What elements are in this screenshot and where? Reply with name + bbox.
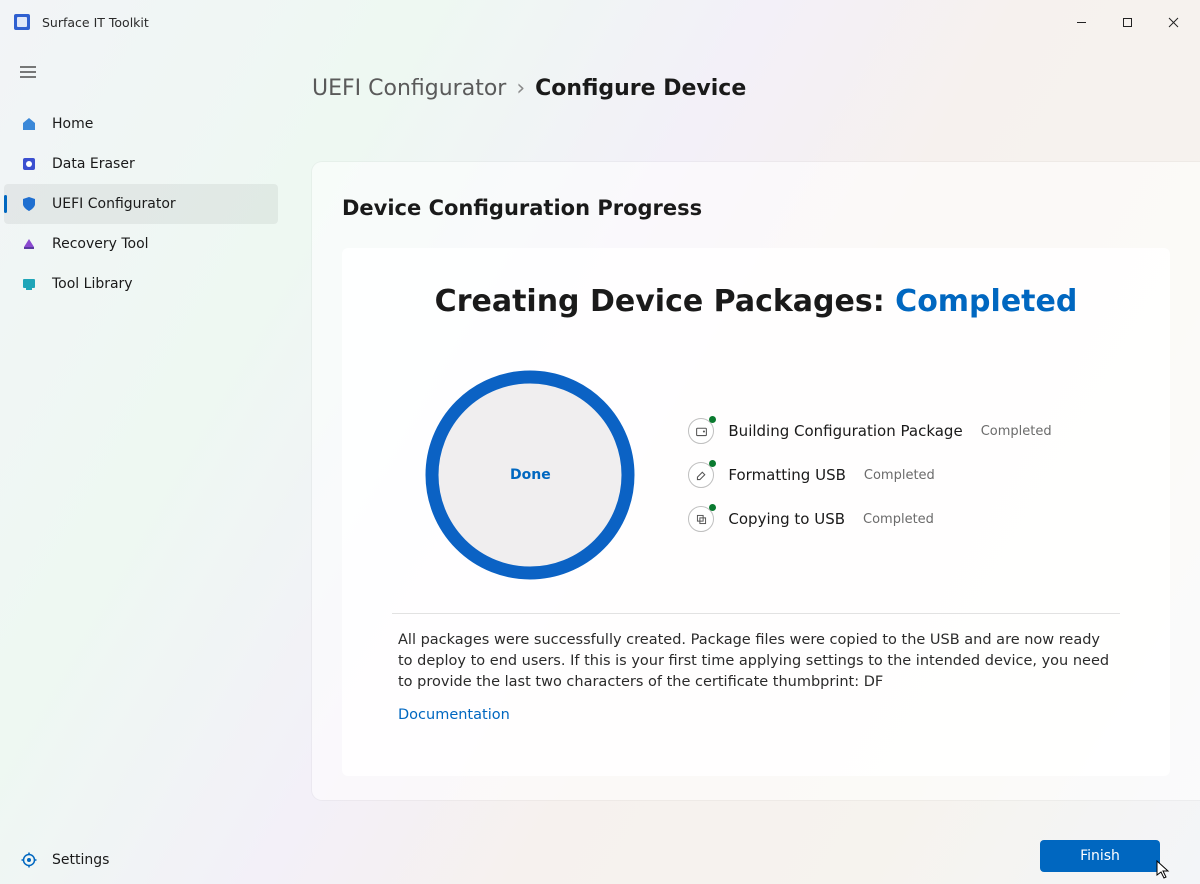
sidebar-item-label: Settings [52, 852, 109, 868]
progress-card: Creating Device Packages: Completed Done [342, 248, 1170, 776]
library-icon [18, 276, 40, 292]
documentation-link[interactable]: Documentation [398, 707, 1114, 723]
shield-config-icon [18, 196, 40, 212]
nav-list: Home Data Eraser UEFI Configurator Recov… [0, 104, 282, 304]
sidebar: Home Data Eraser UEFI Configurator Recov… [0, 44, 282, 884]
hamburger-button[interactable] [8, 54, 48, 90]
sidebar-item-label: UEFI Configurator [52, 196, 176, 212]
step-row: Building Configuration Package Completed [688, 418, 1051, 444]
sidebar-item-uefi-configurator[interactable]: UEFI Configurator [4, 184, 278, 224]
divider [392, 613, 1120, 614]
gear-icon [18, 852, 40, 868]
title-bar: Surface IT Toolkit [0, 0, 1200, 44]
app-title: Surface IT Toolkit [42, 15, 149, 30]
footer-actions: Finish [1040, 840, 1160, 872]
step-row: Formatting USB Completed [688, 462, 1051, 488]
finish-button[interactable]: Finish [1040, 840, 1160, 872]
sidebar-item-tool-library[interactable]: Tool Library [4, 264, 278, 304]
step-status: Completed [863, 512, 934, 527]
step-label: Copying to USB [728, 510, 845, 528]
step-row: Copying to USB Completed [688, 506, 1051, 532]
eraser-icon [18, 156, 40, 172]
status-title: Creating Device Packages: Completed [398, 284, 1114, 319]
progress-ring-label: Done [420, 365, 640, 585]
summary-text: All packages were successfully created. … [398, 630, 1114, 693]
recovery-icon [18, 236, 40, 252]
app-icon [14, 14, 30, 30]
copy-icon [688, 506, 714, 532]
sidebar-item-data-eraser[interactable]: Data Eraser [4, 144, 278, 184]
page-heading: Device Configuration Progress [342, 196, 1170, 220]
step-label: Building Configuration Package [728, 422, 962, 440]
home-icon [18, 116, 40, 132]
content-panel: Device Configuration Progress Creating D… [312, 162, 1200, 800]
step-list: Building Configuration Package Completed… [688, 418, 1051, 532]
step-label: Formatting USB [728, 466, 846, 484]
sidebar-item-recovery-tool[interactable]: Recovery Tool [4, 224, 278, 264]
sidebar-item-label: Home [52, 116, 93, 132]
sidebar-item-label: Data Eraser [52, 156, 135, 172]
close-button[interactable] [1150, 6, 1196, 38]
format-icon [688, 462, 714, 488]
sidebar-item-home[interactable]: Home [4, 104, 278, 144]
sidebar-item-label: Tool Library [52, 276, 133, 292]
package-icon [688, 418, 714, 444]
sidebar-item-settings[interactable]: Settings [4, 840, 278, 880]
sidebar-item-label: Recovery Tool [52, 236, 149, 252]
breadcrumb-current: Configure Device [535, 76, 746, 101]
main-area: UEFI Configurator › Configure Device Dev… [282, 44, 1200, 884]
breadcrumb-parent[interactable]: UEFI Configurator [312, 76, 506, 101]
maximize-button[interactable] [1104, 6, 1150, 38]
status-prefix: Creating Device Packages: [435, 284, 885, 319]
progress-ring: Done [420, 365, 640, 585]
status-value: Completed [895, 284, 1077, 319]
breadcrumb: UEFI Configurator › Configure Device [282, 44, 1200, 101]
window-controls [1058, 6, 1196, 38]
step-status: Completed [981, 424, 1052, 439]
step-status: Completed [864, 468, 935, 483]
chevron-right-icon: › [516, 76, 525, 101]
minimize-button[interactable] [1058, 6, 1104, 38]
